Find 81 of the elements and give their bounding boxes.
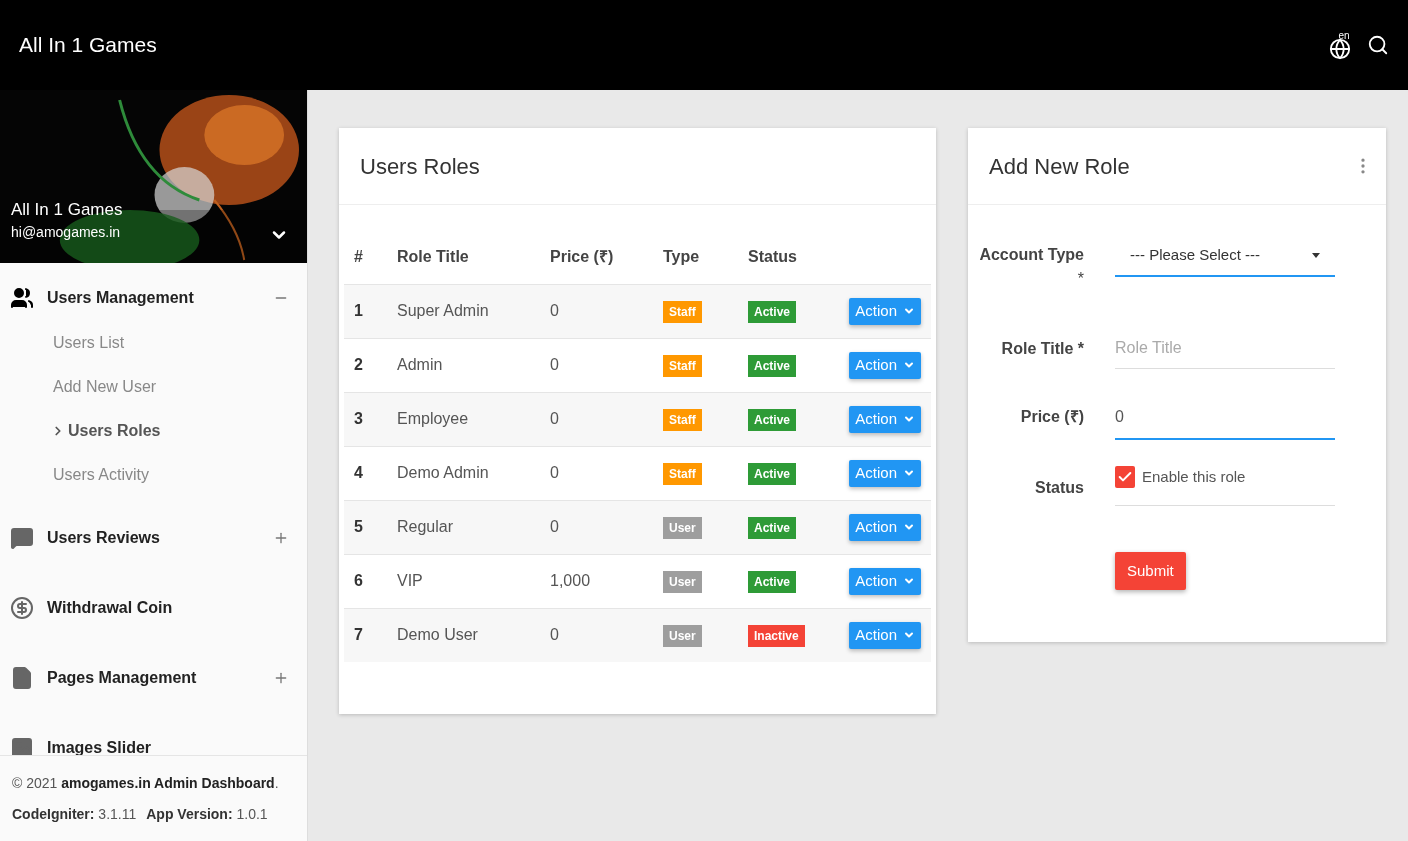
table-cell: VIP xyxy=(397,554,550,608)
dollar-icon xyxy=(10,596,34,620)
table-cell: 4 xyxy=(344,446,397,500)
expand-icon[interactable] xyxy=(273,530,289,546)
type-badge: Staff xyxy=(663,355,702,377)
table-cell: 0 xyxy=(550,500,663,554)
table-cell: 6 xyxy=(344,554,397,608)
status-badge: Inactive xyxy=(748,625,805,648)
role-title-field[interactable]: Role Title xyxy=(1115,327,1335,369)
price-field[interactable]: 0 xyxy=(1115,396,1335,440)
field-label: Account Type xyxy=(979,245,1084,265)
table-cell: 1,000 xyxy=(550,554,663,608)
field-label: Price (₹) xyxy=(1020,407,1084,427)
table-cell: 0 xyxy=(550,446,663,500)
app-title: All In 1 Games xyxy=(19,32,157,59)
status-badge: Active xyxy=(748,409,797,431)
status-badge: Active xyxy=(748,301,797,323)
table-cell: Demo Admin xyxy=(397,446,550,500)
table-cell: 0 xyxy=(550,608,663,662)
sidebar-item[interactable]: Withdrawal Coin xyxy=(0,573,307,643)
status-badge: Active xyxy=(748,571,797,593)
table-cell: 3 xyxy=(344,392,397,446)
action-button[interactable]: Action xyxy=(849,621,921,649)
action-button[interactable]: Action xyxy=(849,405,921,433)
submenu-item[interactable]: Users Roles xyxy=(0,409,307,453)
app-version: App Version: 1.0.1 xyxy=(146,804,268,824)
action-button[interactable]: Action xyxy=(849,297,921,325)
column-header: Type xyxy=(663,231,748,284)
chat-icon xyxy=(10,526,34,550)
table-cell: Regular xyxy=(397,500,550,554)
column-header: # xyxy=(344,231,397,284)
required-mark: * xyxy=(1077,269,1084,289)
profile-name: All In 1 Games xyxy=(11,198,123,221)
field-label: Role Title * xyxy=(1001,339,1084,359)
type-badge: Staff xyxy=(663,301,702,323)
account-type-select[interactable]: --- Please Select --- xyxy=(1115,235,1335,277)
sidebar-item[interactable]: Users Reviews xyxy=(0,503,307,573)
submenu-item[interactable]: Add New User xyxy=(0,365,307,409)
type-badge: User xyxy=(663,517,702,539)
table-cell: 2 xyxy=(344,338,397,392)
field-label: Status xyxy=(1035,478,1084,498)
table-cell: Admin xyxy=(397,338,550,392)
column-header: Status xyxy=(748,231,823,284)
sidebar-item[interactable]: Pages Management xyxy=(0,643,307,713)
globe-icon xyxy=(1329,37,1351,60)
table-cell: Demo User xyxy=(397,608,550,662)
type-badge: User xyxy=(663,625,702,648)
language-button[interactable]: en xyxy=(1329,30,1351,60)
table-cell: 1 xyxy=(344,284,397,338)
table-cell: Employee xyxy=(397,392,550,446)
table-cell: 0 xyxy=(550,392,663,446)
type-badge: User xyxy=(663,571,702,593)
submenu-item[interactable]: Users Activity xyxy=(0,453,307,497)
enable-checkbox[interactable]: Enable this role xyxy=(1115,466,1335,506)
expand-icon[interactable] xyxy=(273,670,289,686)
table-cell: 7 xyxy=(344,608,397,662)
status-badge: Active xyxy=(748,463,797,485)
card-title: Users Roles xyxy=(360,152,480,181)
profile-email: hi@amogames.in xyxy=(11,223,122,242)
status-badge: Active xyxy=(748,517,797,539)
caret-icon xyxy=(1312,252,1320,258)
action-button[interactable]: Action xyxy=(849,459,921,487)
status-badge: Active xyxy=(748,355,797,377)
table-cell: 5 xyxy=(344,500,397,554)
action-button[interactable]: Action xyxy=(849,567,921,595)
document-icon xyxy=(10,666,34,690)
framework-version: CodeIgniter: 3.1.11 xyxy=(12,804,137,824)
action-button[interactable]: Action xyxy=(849,513,921,541)
copyright-text: © 2021 amogames.in Admin Dashboard. xyxy=(12,773,280,793)
table-cell: Super Admin xyxy=(397,284,550,338)
card-title: Add New Role xyxy=(989,152,1130,181)
submit-button[interactable]: Submit xyxy=(1115,552,1186,590)
column-header: Price (₹) xyxy=(550,231,663,284)
action-button[interactable]: Action xyxy=(849,351,921,379)
people-icon xyxy=(10,286,34,310)
search-icon[interactable] xyxy=(1367,34,1389,56)
type-badge: Staff xyxy=(663,409,702,431)
table-cell: 0 xyxy=(550,338,663,392)
table-cell: 0 xyxy=(550,284,663,338)
column-header: Role Title xyxy=(397,231,550,284)
type-badge: Staff xyxy=(663,463,702,485)
